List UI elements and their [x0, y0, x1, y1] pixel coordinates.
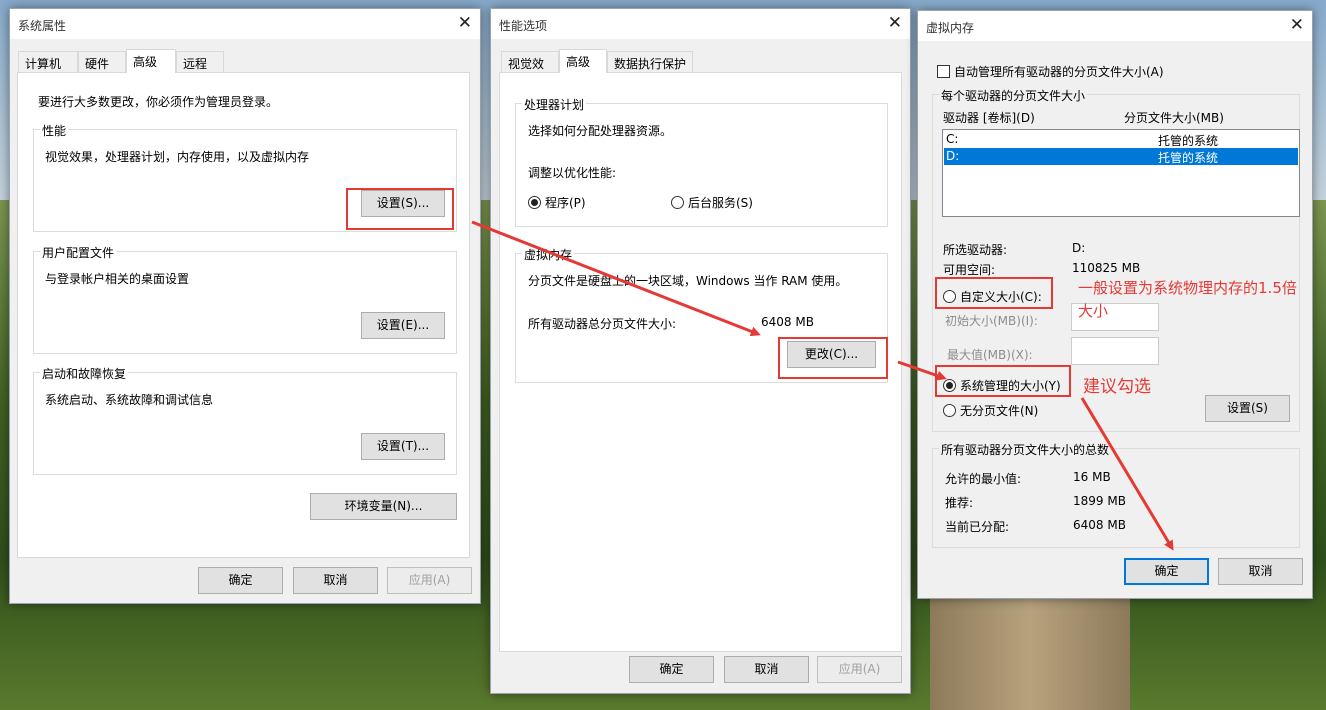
tab-advanced[interactable]: 高级 — [126, 49, 176, 73]
arrow-to-system-managed — [897, 360, 947, 381]
arrow-to-change-button — [471, 220, 761, 337]
tab-advanced[interactable]: 高级 — [559, 49, 607, 73]
annotation-arrows — [471, 220, 1174, 551]
arrow-to-ok — [1080, 397, 1174, 551]
